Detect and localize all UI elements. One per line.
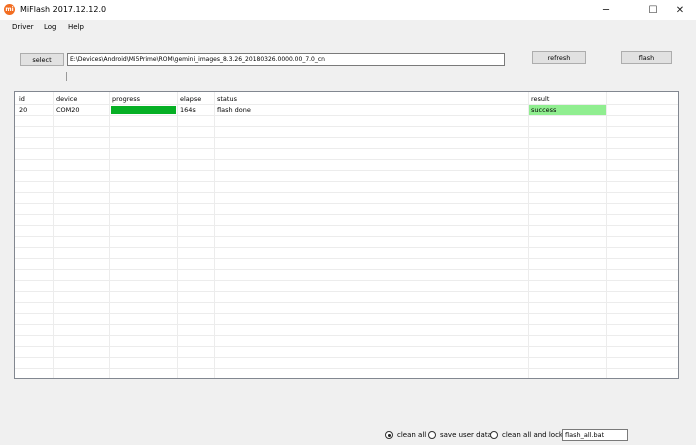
- empty-table-row: [15, 259, 678, 270]
- flash-script-select[interactable]: flash_all.bat: [562, 429, 628, 441]
- cell-elapse: 164s: [180, 106, 196, 114]
- device-table[interactable]: id device progress elapse status result …: [14, 91, 679, 379]
- clean-all-label[interactable]: clean all: [397, 431, 426, 439]
- empty-table-row: [15, 204, 678, 215]
- column-header-id[interactable]: id: [19, 95, 25, 103]
- miflash-logo-icon: mi: [4, 4, 15, 15]
- empty-table-row: [15, 336, 678, 347]
- empty-table-row: [15, 160, 678, 171]
- bottom-bar: clean all save user data clean all and l…: [0, 428, 696, 445]
- empty-table-row: [15, 237, 678, 248]
- menu-log[interactable]: Log: [44, 23, 57, 31]
- cell-status: flash done: [217, 106, 251, 114]
- empty-table-row: [15, 369, 678, 378]
- column-header-elapse[interactable]: elapse: [180, 95, 201, 103]
- empty-table-row: [15, 127, 678, 138]
- empty-table-row: [15, 303, 678, 314]
- clean-all-and-lock-label[interactable]: clean all and lock: [502, 431, 563, 439]
- minimize-icon: ─: [602, 4, 610, 16]
- empty-table-row: [15, 325, 678, 336]
- empty-table-row: [15, 149, 678, 160]
- empty-table-row: [15, 171, 678, 182]
- empty-table-row: [15, 182, 678, 193]
- flash-button[interactable]: flash: [621, 51, 672, 64]
- empty-table-row: [15, 270, 678, 281]
- empty-table-row: [15, 347, 678, 358]
- table-header: id device progress elapse status result: [15, 94, 678, 105]
- empty-table-row: [15, 116, 678, 127]
- maximize-icon: ☐: [648, 4, 658, 16]
- column-header-progress[interactable]: progress: [112, 95, 140, 103]
- cell-result: success: [531, 106, 557, 114]
- empty-table-row: [15, 281, 678, 292]
- splitter-handle[interactable]: [66, 72, 67, 81]
- empty-table-row: [15, 248, 678, 259]
- empty-table-row: [15, 314, 678, 325]
- close-button[interactable]: ✕: [664, 0, 696, 20]
- clean-all-radio[interactable]: [385, 431, 393, 439]
- table-row[interactable]: 20 COM20 164s flash done success: [15, 105, 678, 116]
- title-bar: mi MiFlash 2017.12.12.0 ─ ☐ ✕: [0, 0, 696, 21]
- refresh-button[interactable]: refresh: [532, 51, 586, 64]
- column-header-status[interactable]: status: [217, 95, 237, 103]
- clean-all-and-lock-radio[interactable]: [490, 431, 498, 439]
- empty-table-row: [15, 358, 678, 369]
- empty-table-row: [15, 215, 678, 226]
- progress-bar: [111, 106, 176, 114]
- minimize-button[interactable]: ─: [590, 0, 622, 20]
- empty-table-row: [15, 226, 678, 237]
- cell-id: 20: [19, 106, 28, 114]
- column-header-result[interactable]: result: [531, 95, 549, 103]
- empty-table-row: [15, 292, 678, 303]
- select-button[interactable]: select: [20, 53, 64, 66]
- close-icon: ✕: [675, 4, 685, 16]
- column-header-device[interactable]: device: [56, 95, 77, 103]
- rom-path-input[interactable]: [67, 53, 505, 66]
- empty-table-row: [15, 193, 678, 204]
- save-user-data-radio[interactable]: [428, 431, 436, 439]
- window-title: MiFlash 2017.12.12.0: [20, 5, 107, 14]
- menu-driver[interactable]: Driver: [12, 23, 34, 31]
- save-user-data-label[interactable]: save user data: [440, 431, 492, 439]
- empty-table-row: [15, 138, 678, 149]
- menu-help[interactable]: Help: [68, 23, 84, 31]
- menu-bar: Driver Log Help: [0, 20, 696, 34]
- cell-device: COM20: [56, 106, 80, 114]
